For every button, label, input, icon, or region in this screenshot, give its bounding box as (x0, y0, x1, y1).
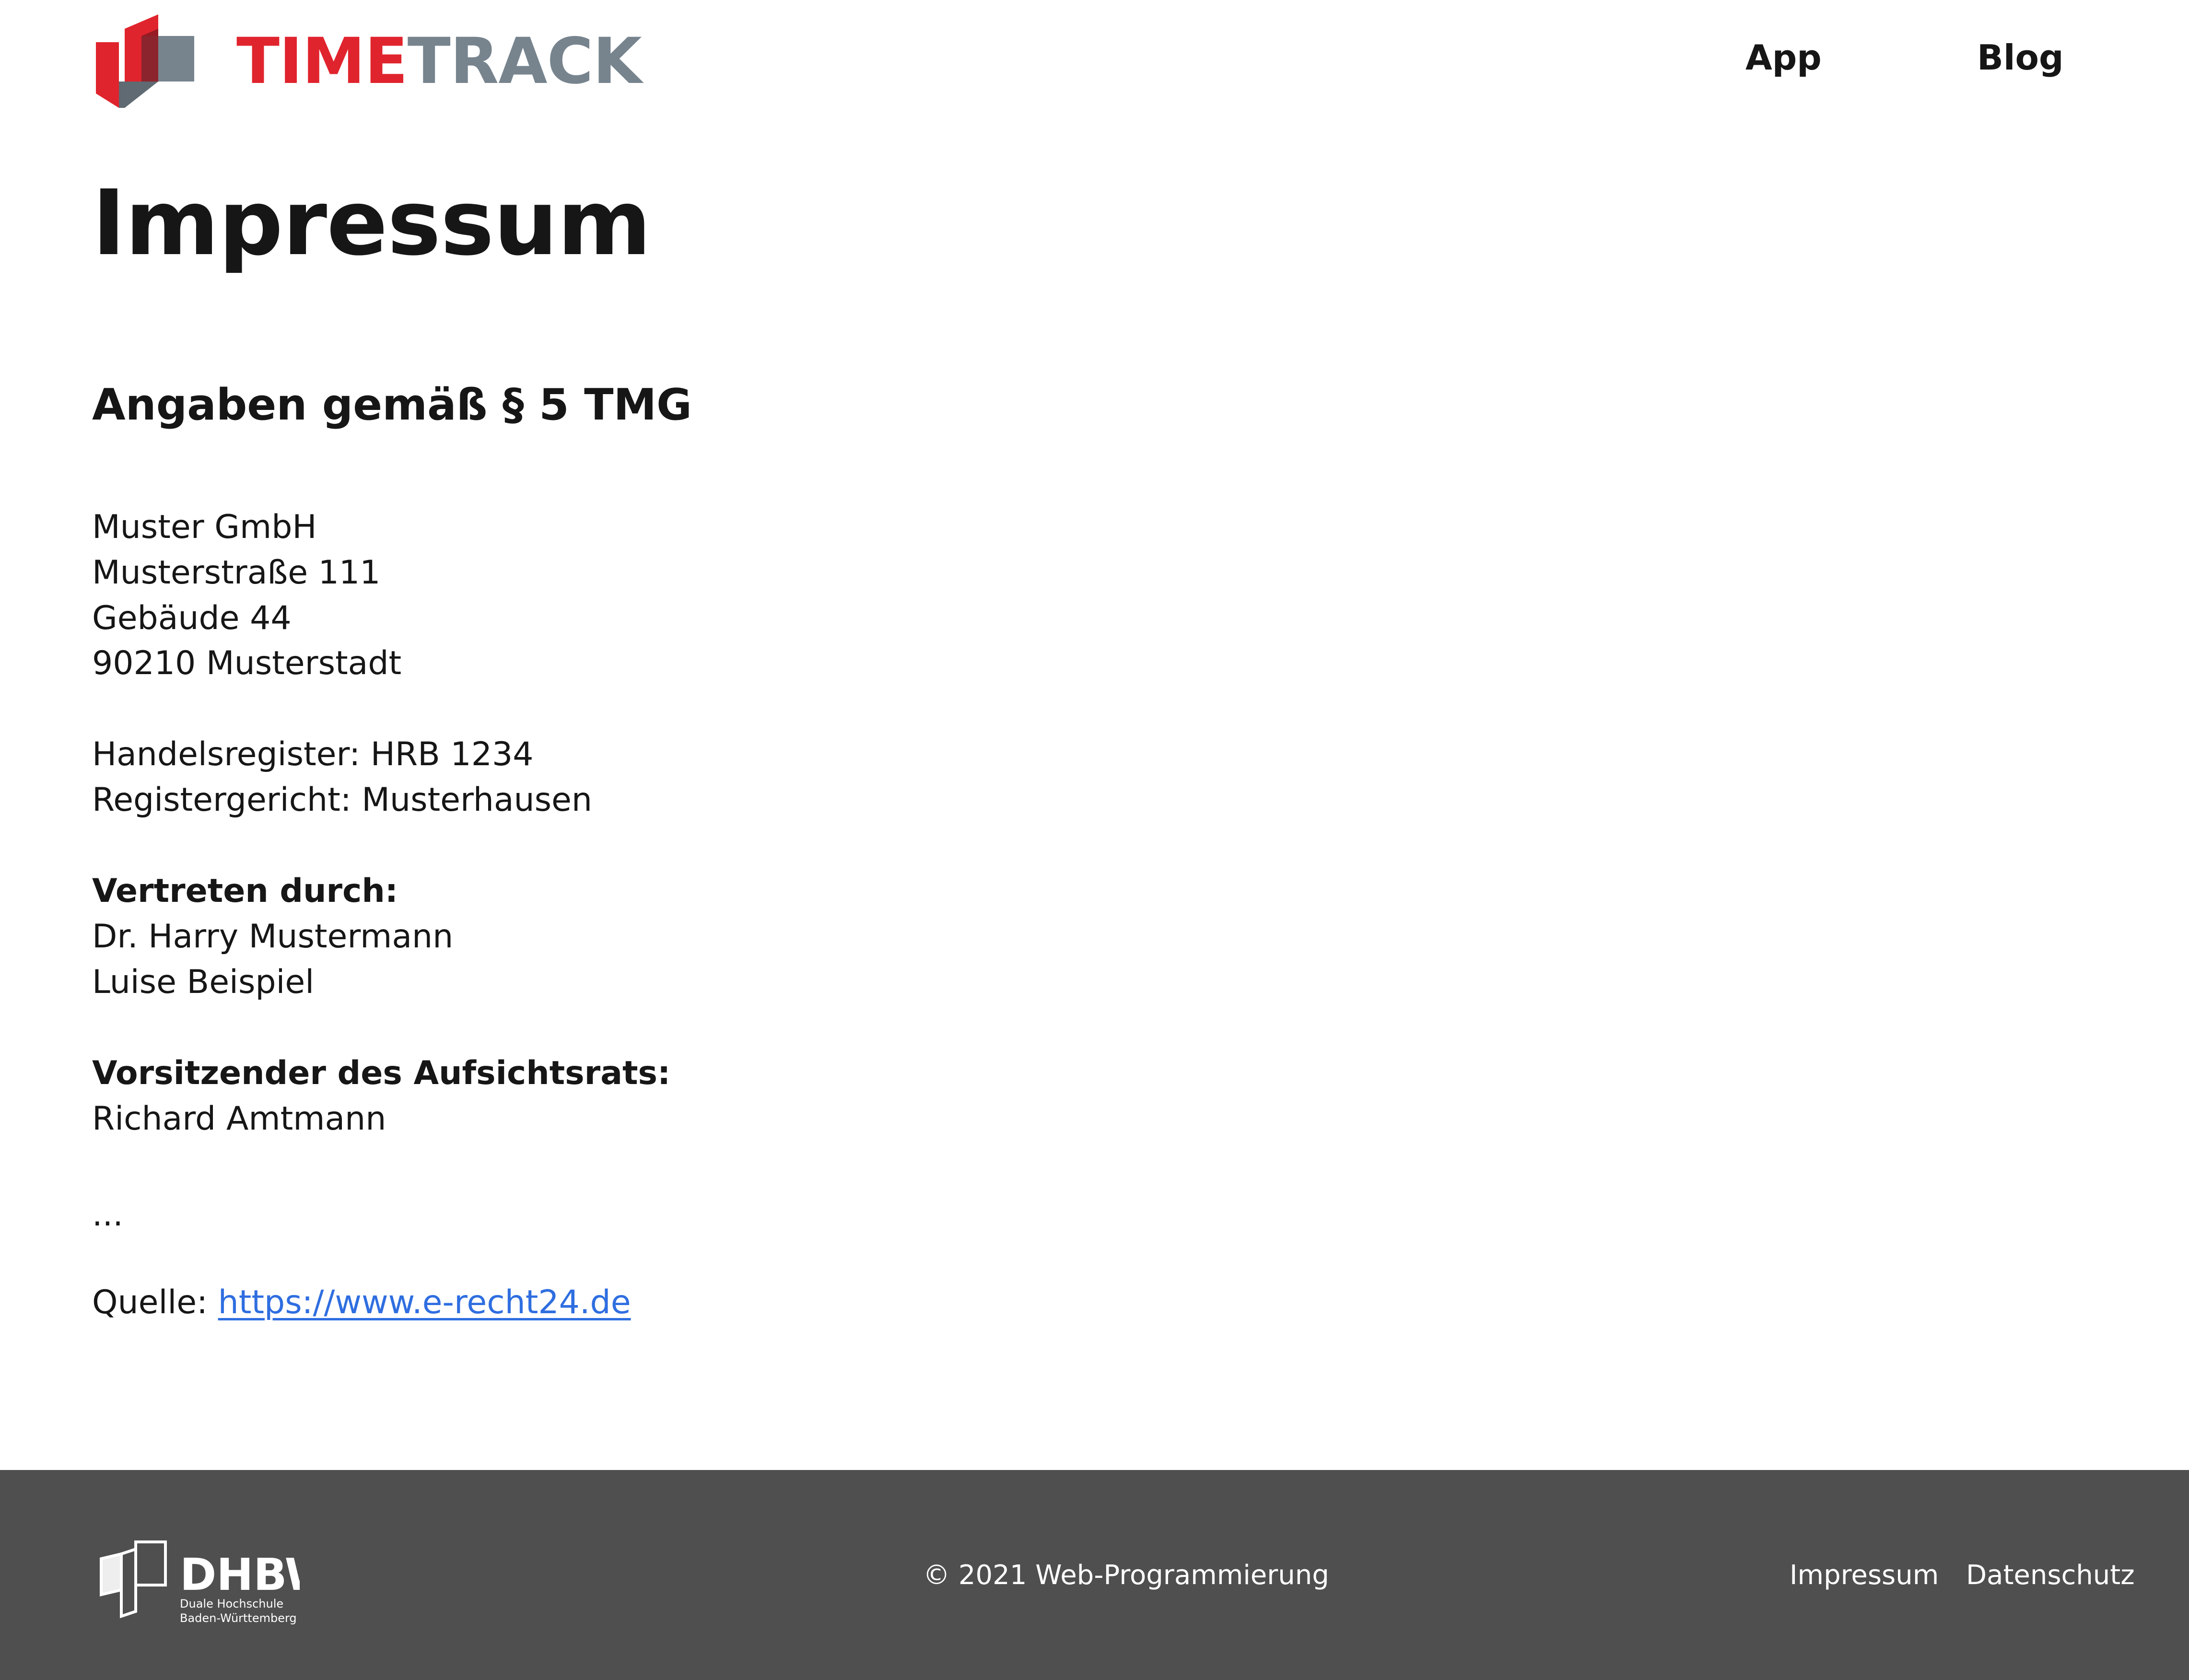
board-chair-name: Richard Amtmann (92, 1100, 386, 1138)
address-line: 90210 Musterstadt (92, 644, 402, 682)
board-heading: Vorsitzender des Aufsichtsrats: (92, 1054, 671, 1092)
dhbw-logo: DHBW Duale Hochschule Baden-Württemberg (100, 1540, 300, 1625)
logo-wordmark: TIMETRACK (236, 30, 642, 93)
source-label: Quelle: (92, 1283, 208, 1321)
copyright-text: © 2021 Web-Programmierung (923, 1560, 1329, 1591)
dhbw-logo-word: DHBW (180, 1549, 300, 1600)
address-line: Musterstraße 111 (92, 554, 381, 592)
site-header: TIMETRACK App Blog (0, 0, 2189, 125)
represented-heading: Vertreten durch: (92, 872, 398, 910)
page-title: Impressum (92, 171, 651, 276)
timetrack-logo[interactable]: TIMETRACK (96, 14, 642, 108)
section-title: Angaben gemäß § 5 TMG (92, 380, 692, 430)
dhbw-logo-line2: Baden-Württemberg (180, 1611, 297, 1625)
nav-link-blog[interactable]: Blog (1977, 37, 2064, 78)
ellipsis-text: ... (92, 1196, 123, 1234)
dhbw-logo-line1: Duale Hochschule (180, 1597, 283, 1610)
nav-link-app[interactable]: App (1745, 37, 1822, 78)
footer-link-impressum[interactable]: Impressum (1790, 1562, 1939, 1589)
footer-link-datenschutz[interactable]: Datenschutz (1966, 1562, 2135, 1589)
register-line: Handelsregister: HRB 1234 (92, 735, 534, 773)
register-line: Registergericht: Musterhausen (92, 781, 592, 819)
logo-word-time: TIME (236, 24, 408, 98)
address-line: Muster GmbH (92, 508, 317, 546)
address-line: Gebäude 44 (92, 599, 292, 637)
representative-name: Dr. Harry Mustermann (92, 918, 454, 956)
timetrack-logo-icon (96, 14, 194, 108)
source-link[interactable]: https://www.e-recht24.de (218, 1283, 631, 1321)
logo-word-track: TRACK (407, 24, 642, 98)
site-footer: DHBW Duale Hochschule Baden-Württemberg … (0, 1470, 2189, 1680)
source-line: Quelle: https://www.e-recht24.de (92, 1286, 631, 1319)
representative-name: Luise Beispiel (92, 963, 315, 1001)
